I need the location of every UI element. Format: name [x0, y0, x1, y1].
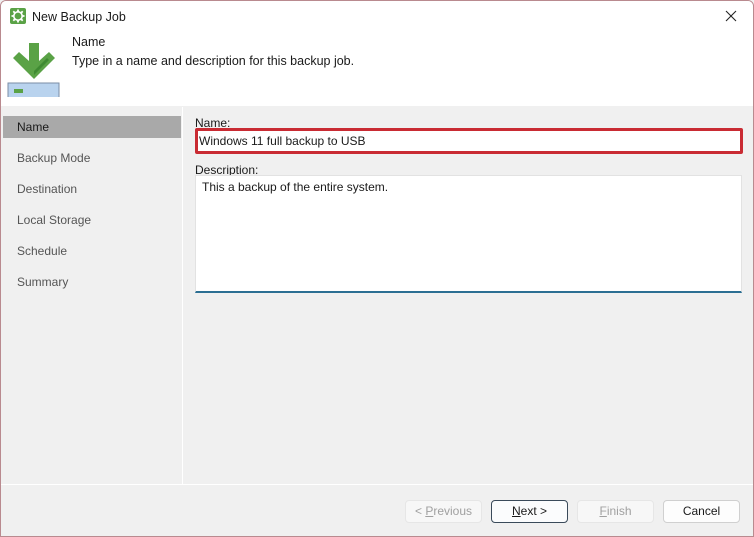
sidebar-item-destination[interactable]: Destination	[3, 178, 181, 200]
sidebar-item-local-storage[interactable]: Local Storage	[3, 209, 181, 231]
name-field-highlight	[195, 128, 743, 154]
previous-rest: revious	[433, 504, 473, 518]
name-input[interactable]	[198, 131, 740, 151]
gear-icon	[10, 8, 26, 24]
finish-accel: F	[599, 504, 607, 518]
wizard-content: Name: Description: This a backup of the …	[183, 107, 753, 484]
wizard-header: Name Type in a name and description for …	[1, 33, 753, 106]
sidebar-item-summary[interactable]: Summary	[3, 271, 181, 293]
step-title: Name	[72, 35, 106, 49]
sidebar-item-schedule[interactable]: Schedule	[3, 240, 181, 262]
new-backup-job-dialog: New Backup Job Name Type in a name and d…	[0, 0, 754, 537]
next-button[interactable]: Next >	[491, 500, 568, 523]
cancel-button[interactable]: Cancel	[663, 500, 740, 523]
sidebar-item-backup-mode[interactable]: Backup Mode	[3, 147, 181, 169]
previous-button[interactable]: < Previous	[405, 500, 482, 523]
close-icon	[725, 10, 737, 22]
finish-button[interactable]: Finish	[577, 500, 654, 523]
next-accel: N	[511, 504, 521, 518]
sidebar-item-name[interactable]: Name	[3, 116, 181, 138]
window-title: New Backup Job	[32, 10, 126, 24]
title-bar: New Backup Job	[1, 1, 753, 33]
finish-rest: inish	[606, 504, 632, 518]
backup-download-icon	[7, 43, 60, 97]
description-field: This a backup of the entire system.	[195, 175, 742, 293]
footer-divider	[1, 484, 753, 485]
wizard-steps-sidebar: Name Backup Mode Destination Local Stora…	[1, 107, 183, 484]
next-rest: ext >	[520, 504, 548, 518]
step-description: Type in a name and description for this …	[72, 54, 355, 68]
previous-prefix: <	[414, 504, 426, 518]
close-button[interactable]	[709, 1, 753, 31]
description-input[interactable]: This a backup of the entire system.	[196, 176, 741, 291]
